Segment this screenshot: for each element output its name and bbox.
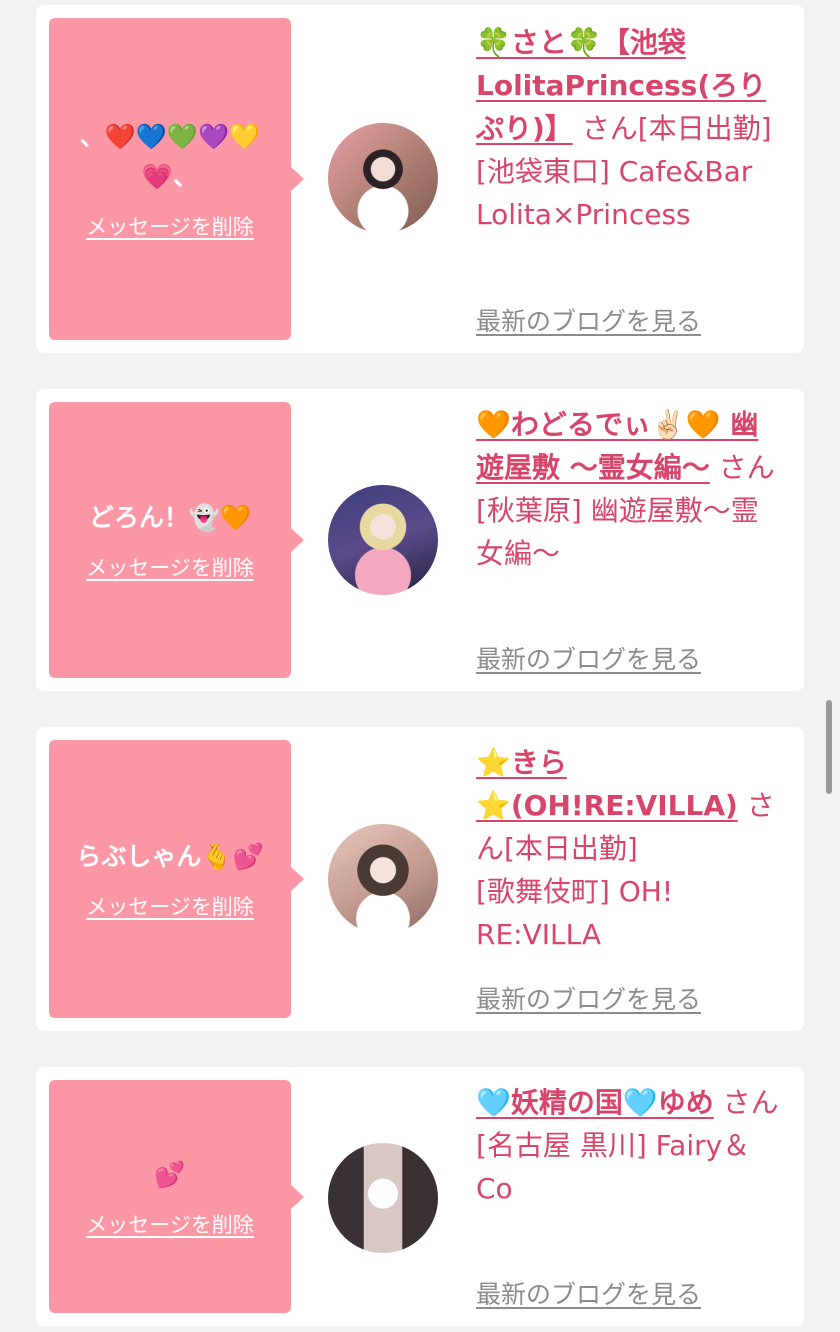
cast-info: 🍀さと🍀【池袋LolitaPrincess(ろりぷり)】 さん[本日出勤] [池… (476, 21, 786, 236)
san-status: さん[本日出勤] (581, 112, 772, 145)
latest-blog-link[interactable]: 最新のブログを見る (476, 640, 701, 676)
avatar[interactable] (328, 123, 438, 233)
delete-message-link[interactable]: メッセージを削除 (86, 552, 254, 582)
avatar[interactable] (328, 485, 438, 595)
latest-blog-link[interactable]: 最新のブログを見る (476, 1275, 701, 1311)
shop-location: [池袋東口] Cafe&Bar Lolita×Princess (476, 155, 753, 231)
shop-location: [名古屋 黒川] Fairy＆Co (476, 1129, 751, 1205)
message-bubble: 💕 メッセージを削除 (49, 1080, 304, 1313)
cast-name-link[interactable]: 🧡わどるでぃ✌🏻🧡 幽遊屋敷 〜霊女編〜 (476, 408, 758, 484)
latest-blog-link[interactable]: 最新のブログを見る (476, 302, 701, 338)
message-text: 、❤️💙💚💜💛💗、 (79, 122, 261, 191)
message-bubble: 、❤️💙💚💜💛💗、 メッセージを削除 (49, 18, 304, 340)
san-status: さん (718, 451, 775, 484)
cast-name-link[interactable]: 🩵妖精の国🩵ゆめ (476, 1086, 714, 1119)
cast-info: 🩵妖精の国🩵ゆめ さん [名古屋 黒川] Fairy＆Co (476, 1081, 786, 1210)
message-text: らぶしゃん🫰💕 (76, 842, 264, 871)
message-bubble: らぶしゃん🫰💕 メッセージを削除 (49, 740, 304, 1018)
message-bubble: どろん！👻🧡 メッセージを削除 (49, 402, 304, 678)
cast-card: どろん！👻🧡 メッセージを削除 🧡わどるでぃ✌🏻🧡 幽遊屋敷 〜霊女編〜 さん … (36, 389, 804, 691)
cast-card: らぶしゃん🫰💕 メッセージを削除 ⭐きら⭐(OH!RE:VILLA) さん[本日… (36, 727, 804, 1031)
delete-message-link[interactable]: メッセージを削除 (86, 891, 254, 921)
scrollbar[interactable] (826, 700, 832, 794)
cast-name-link[interactable]: ⭐きら⭐(OH!RE:VILLA) (476, 746, 738, 822)
message-text: 💕 (154, 1159, 186, 1189)
avatar[interactable] (328, 824, 438, 934)
san-status: さん (722, 1086, 779, 1119)
shop-location: [歌舞伎町] OH! RE:VILLA (476, 875, 674, 951)
cast-info: 🧡わどるでぃ✌🏻🧡 幽遊屋敷 〜霊女編〜 さん [秋葉原] 幽遊屋敷〜霊女編〜 (476, 403, 786, 575)
shop-location: [秋葉原] 幽遊屋敷〜霊女編〜 (476, 494, 759, 570)
latest-blog-link[interactable]: 最新のブログを見る (476, 980, 701, 1016)
cast-card: 💕 メッセージを削除 🩵妖精の国🩵ゆめ さん [名古屋 黒川] Fairy＆Co… (36, 1067, 804, 1326)
delete-message-link[interactable]: メッセージを削除 (86, 1209, 254, 1239)
cast-card: 、❤️💙💚💜💛💗、 メッセージを削除 🍀さと🍀【池袋LolitaPrincess… (36, 5, 804, 353)
delete-message-link[interactable]: メッセージを削除 (86, 211, 254, 241)
cast-info: ⭐きら⭐(OH!RE:VILLA) さん[本日出勤] [歌舞伎町] OH! RE… (476, 741, 786, 956)
message-text: どろん！👻🧡 (88, 503, 252, 532)
avatar[interactable] (328, 1143, 438, 1253)
